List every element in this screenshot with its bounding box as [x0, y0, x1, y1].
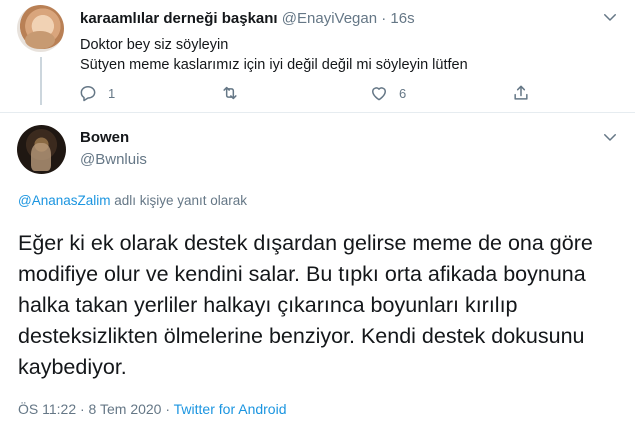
share-button[interactable]	[511, 83, 531, 103]
retweet-icon	[223, 86, 237, 100]
parent-handle[interactable]: @EnayiVegan	[282, 10, 377, 27]
parent-tweet[interactable]: karaamlılar derneği başkanı @EnayiVegan …	[0, 0, 635, 113]
thread-connector-line	[40, 57, 42, 105]
replying-to: @AnanasZalim adlı kişiye yanıt olarak	[18, 193, 247, 208]
tweet-metadata: ÖS 11:22 · 8 Tem 2020 · Twitter for Andr…	[18, 401, 286, 417]
retweet-button[interactable]	[220, 83, 250, 103]
tweet-timestamp[interactable]: ÖS 11:22 · 8 Tem 2020 ·	[18, 401, 174, 417]
main-tweet-text: Eğer ki ek olarak destek dışardan gelirs…	[18, 231, 593, 379]
reply-to-suffix: adlı kişiye yanıt olarak	[110, 193, 248, 208]
parent-tweet-line: Sütyen meme kaslarımız için iyi değil de…	[80, 57, 468, 73]
reply-to-handle-link[interactable]: @AnanasZalim	[18, 193, 111, 208]
parent-display-name[interactable]: karaamlılar derneği başkanı	[80, 10, 278, 27]
reply-icon	[80, 86, 96, 102]
chevron-down-icon[interactable]	[601, 8, 619, 26]
tweet-divider	[0, 112, 635, 113]
parent-action-bar: 1 6	[78, 83, 548, 105]
parent-avatar[interactable]	[17, 5, 64, 52]
parent-tweet-header: karaamlılar derneği başkanı @EnayiVegan …	[80, 10, 415, 27]
like-count: 6	[399, 85, 407, 101]
header-separator: ·	[381, 10, 387, 27]
tweet-source-link[interactable]: Twitter for Android	[174, 401, 287, 417]
share-icon	[514, 85, 528, 100]
reply-count: 1	[108, 85, 116, 101]
author-handle[interactable]: @Bwnluis	[80, 151, 147, 168]
parent-tweet-line: Doktor bey siz söyleyin	[80, 37, 229, 53]
reply-button[interactable]: 1	[78, 83, 115, 103]
parent-time[interactable]: 16s	[390, 10, 414, 27]
like-icon	[372, 87, 386, 101]
chevron-down-icon[interactable]	[601, 128, 619, 146]
author-avatar[interactable]	[17, 125, 66, 174]
like-button[interactable]: 6	[369, 83, 406, 103]
author-display-name[interactable]: Bowen	[80, 129, 129, 146]
parent-tweet-text: Doktor bey siz söyleyin Sütyen meme kasl…	[80, 35, 468, 75]
